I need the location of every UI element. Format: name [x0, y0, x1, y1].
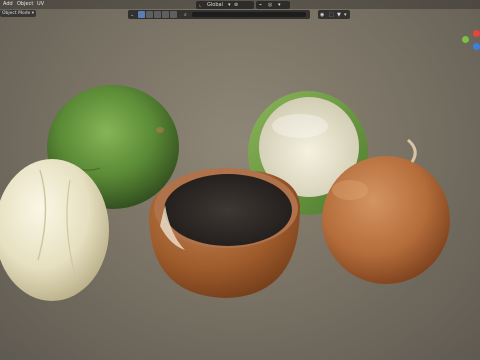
navigation-gizmo[interactable]: [456, 28, 480, 52]
overlay-toolbar: ◉ ⬚ ▼ ▾: [318, 10, 350, 19]
gizmo-x-axis-icon[interactable]: [473, 30, 480, 37]
filter-icon[interactable]: ▼: [337, 11, 341, 19]
gizmo-y-axis-icon[interactable]: [462, 36, 469, 43]
select-icon[interactable]: ⌄: [130, 11, 134, 19]
3d-viewport[interactable]: Add Object UV Object Mode ▾ ⌞ Global ▾ ⊚…: [0, 0, 480, 360]
chevron-down-icon: ▾: [31, 11, 35, 16]
eye-icon[interactable]: ◉: [320, 11, 324, 19]
chevron-down-icon: ▾: [228, 2, 231, 8]
transform-orientation-dropdown[interactable]: ⌞ Global ▾ ⊚: [196, 1, 254, 9]
proportional-icon[interactable]: ◎: [268, 1, 272, 9]
macadamia-kernel[interactable]: [0, 159, 109, 301]
snap-toolbar: ⌁ ◎ ▾: [256, 1, 290, 9]
orientation-label: Global: [207, 2, 223, 8]
select-subtract-icon[interactable]: [154, 11, 161, 18]
search-input[interactable]: [192, 12, 306, 17]
tool-settings-bar: ⌄ ⌕: [128, 10, 310, 19]
menu-object[interactable]: Object: [17, 0, 33, 8]
scene-canvas[interactable]: [0, 0, 480, 360]
select-extend-icon[interactable]: [146, 11, 153, 18]
snap-icon[interactable]: ⌁: [259, 1, 262, 9]
interaction-mode-dropdown[interactable]: Object Mode ▾: [0, 10, 37, 17]
select-intersect-icon[interactable]: [170, 11, 177, 18]
menu-add[interactable]: Add: [3, 0, 13, 8]
search-icon[interactable]: ⌕: [184, 11, 187, 19]
box-select-icon[interactable]: [138, 11, 145, 18]
chevron-down-icon: ▾: [344, 12, 347, 18]
interaction-mode-label: Object Mode: [2, 11, 31, 16]
menu-uv[interactable]: UV: [37, 0, 44, 8]
overlay-icon[interactable]: ⬚: [329, 11, 334, 19]
chevron-down-icon: ▾: [278, 2, 281, 8]
orientation-icon: ⌞: [199, 2, 202, 8]
select-invert-icon[interactable]: [162, 11, 169, 18]
gizmo-z-axis-icon[interactable]: [473, 43, 480, 50]
pivot-icon[interactable]: ⊚: [234, 1, 238, 9]
macadamia-shell-half-open[interactable]: [149, 168, 300, 298]
